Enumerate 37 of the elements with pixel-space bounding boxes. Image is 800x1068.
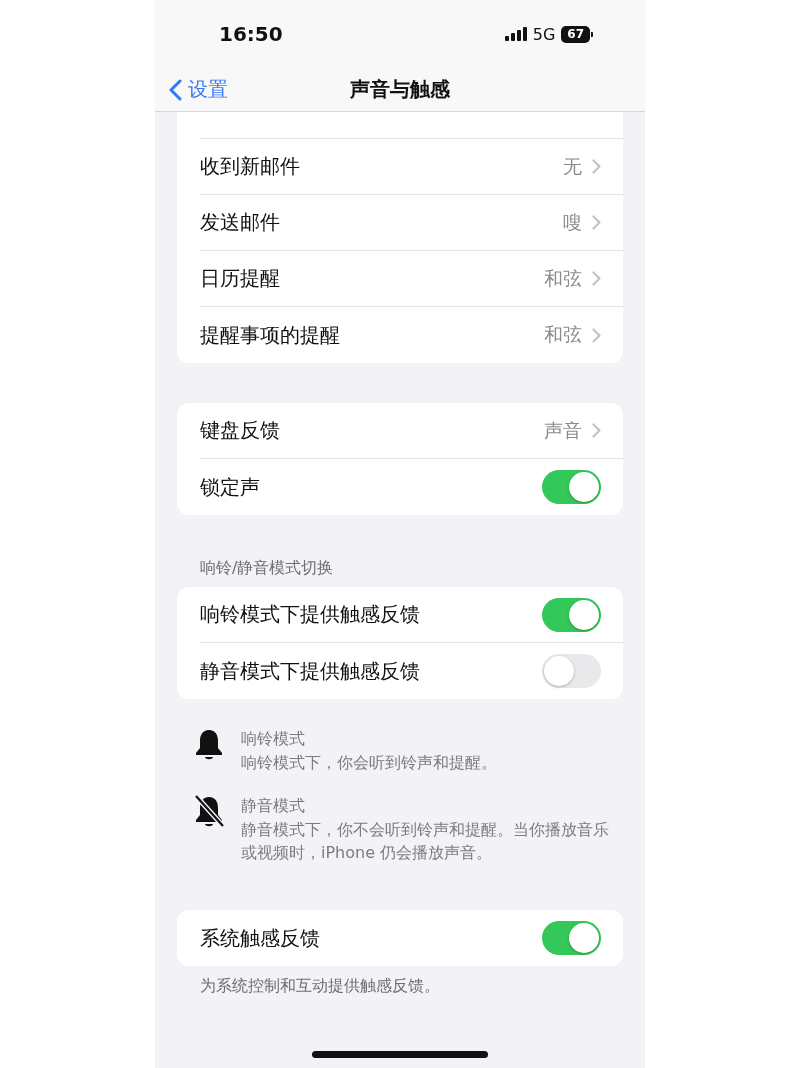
mode-title: 响铃模式 <box>241 728 306 750</box>
row-label: 系统触感反馈 <box>200 924 320 952</box>
battery-icon: 67 <box>561 25 593 43</box>
row-value: 无 <box>563 153 582 179</box>
toggle-switch[interactable] <box>542 921 601 955</box>
chevron-icon <box>592 327 601 343</box>
row-label: 锁定声 <box>200 473 260 501</box>
toggle-switch[interactable] <box>542 470 601 504</box>
row-value: 和弦 <box>544 322 582 347</box>
network-label: 5G <box>532 24 556 44</box>
mode-description: 响铃模式下，你会听到铃声和提醒。 <box>241 752 497 774</box>
chevron-icon <box>592 215 601 230</box>
back-button[interactable]: 设置 <box>169 76 228 103</box>
status-time: 16:50 <box>219 22 283 46</box>
nav-title: 声音与触感 <box>350 77 450 101</box>
chevron-icon <box>592 271 601 286</box>
row-label: 键盘反馈 <box>200 417 280 444</box>
toggle-switch[interactable] <box>542 654 601 688</box>
section-header: 响铃/静音模式切换 <box>200 557 335 579</box>
back-chevron-icon <box>169 78 182 101</box>
toggle-switch[interactable] <box>542 597 601 632</box>
chevron-icon <box>592 423 601 438</box>
section-footer: 为系统控制和互动提供触感反馈。 <box>200 975 645 997</box>
mode-title: 静音模式 <box>241 795 306 817</box>
row-label: 静音模式下提供触感反馈 <box>200 657 420 685</box>
mode-description: 静音模式下，你不会听到铃声和提醒。当你播放音乐或视频时，iPhone 仍会播放声音。 <box>241 819 610 864</box>
row-label: 收到新邮件 <box>200 153 300 180</box>
row-label: 日历提醒 <box>200 265 280 292</box>
row-label: 提醒事项的提醒 <box>200 321 340 349</box>
muted-bell-icon <box>193 794 225 830</box>
row-label: 发送邮件 <box>200 209 280 236</box>
row-value: 和弦 <box>544 265 582 291</box>
row-value: 嗖 <box>563 209 582 235</box>
row-label: 响铃模式下提供触感反馈 <box>200 601 420 628</box>
signal-icon <box>504 27 527 41</box>
row-value: 声音 <box>544 417 582 443</box>
chevron-icon <box>592 159 601 174</box>
